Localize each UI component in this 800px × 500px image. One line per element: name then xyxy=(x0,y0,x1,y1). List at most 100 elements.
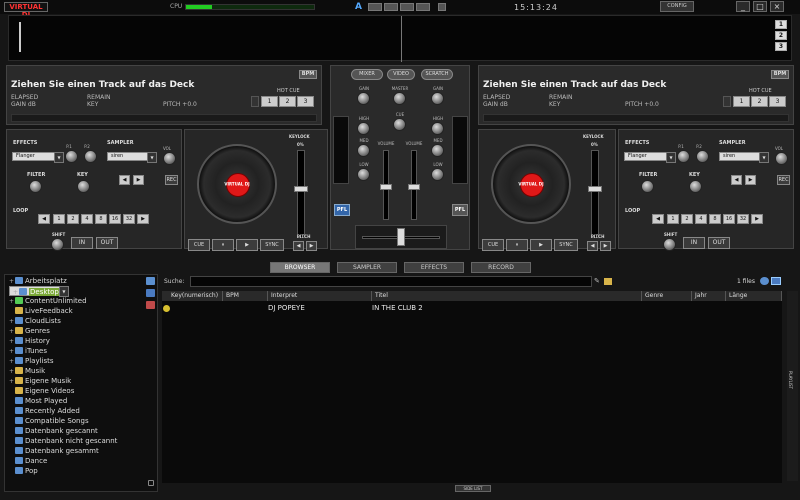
deck-right-sync-button[interactable]: SYNC xyxy=(554,239,578,251)
add-filter-icon[interactable] xyxy=(146,289,155,297)
tree-item[interactable]: Dance xyxy=(9,456,47,466)
mixer-left-volume-handle[interactable] xyxy=(380,184,392,190)
col-interpret[interactable]: Interpret xyxy=(268,291,372,301)
deck-left-loop-out[interactable]: OUT xyxy=(96,237,118,249)
layout-button-5[interactable] xyxy=(438,3,446,11)
col-key[interactable]: Key(numerisch) xyxy=(168,291,223,301)
col-laenge[interactable]: Länge xyxy=(726,291,782,301)
tree-item[interactable]: + History xyxy=(9,336,50,346)
tab-scratch[interactable]: SCRATCH xyxy=(421,69,453,80)
deck-left-position-bar[interactable] xyxy=(11,114,317,122)
deck-right-filter-knob[interactable] xyxy=(641,180,654,193)
deck-left-loop-1[interactable]: 1 xyxy=(53,214,65,224)
search-folder-icon[interactable] xyxy=(604,278,612,285)
mixer-right-high-knob[interactable] xyxy=(431,122,444,135)
table-row[interactable]: DJ POPEYE IN THE CLUB 2 xyxy=(162,303,782,313)
deck-left-play-button[interactable]: ▶ xyxy=(236,239,258,251)
zoom-button-3[interactable]: 3 xyxy=(775,42,787,51)
col-titel[interactable]: Titel xyxy=(372,291,642,301)
deck-right-cue-button[interactable]: CUE xyxy=(482,239,504,251)
deck-right-loop-16[interactable]: 16 xyxy=(723,214,735,224)
deck-right-pitch-up[interactable]: ▶ xyxy=(600,241,611,251)
deck-right-sample-select[interactable]: siren xyxy=(719,152,769,163)
zoom-button-2[interactable]: 2 xyxy=(775,31,787,40)
deck-left-platter[interactable]: VIRTUAL DJ xyxy=(197,144,277,224)
deck-right-pitch-slider[interactable] xyxy=(591,150,599,238)
tree-item[interactable]: + Musik xyxy=(9,366,45,376)
sidelist-button[interactable]: SIDE LIST xyxy=(455,485,491,492)
view-toggle-icon[interactable] xyxy=(760,277,769,285)
tree-item[interactable]: + ContentUnlimited xyxy=(9,296,87,306)
deck-right-bpm-button[interactable]: BPM xyxy=(771,70,789,79)
zoom-button-1[interactable]: 1 xyxy=(775,20,787,29)
mixer-left-low-knob[interactable] xyxy=(357,168,370,181)
deck-left-shift-knob[interactable] xyxy=(51,238,64,251)
mixer-cue-knob[interactable] xyxy=(393,118,406,131)
list-view-icon[interactable] xyxy=(771,277,781,285)
deck-left-cue-button[interactable]: CUE xyxy=(188,239,210,251)
tab-effects[interactable]: EFFECTS xyxy=(404,262,464,273)
deck-right-hotcue-2[interactable]: 2 xyxy=(751,96,768,107)
deck-left-hotcue-3[interactable]: 3 xyxy=(297,96,314,107)
deck-left-loop-2[interactable]: 2 xyxy=(67,214,79,224)
deck-right-loop-prev[interactable]: ◀ xyxy=(652,214,664,224)
tab-video[interactable]: VIDEO xyxy=(387,69,415,80)
deck-left-sample-prev[interactable]: ◀ xyxy=(119,175,130,185)
deck-right-loop-32[interactable]: 32 xyxy=(737,214,749,224)
search-clear-icon[interactable]: ✎ xyxy=(594,277,600,285)
config-button[interactable]: CONFIG xyxy=(660,1,694,12)
deck-right-key-knob[interactable] xyxy=(689,180,702,193)
deck-left-loop-in[interactable]: IN xyxy=(71,237,93,249)
mixer-left-gain-knob[interactable] xyxy=(357,92,370,105)
maximize-button[interactable]: □ xyxy=(753,1,767,12)
tab-browser[interactable]: BROWSER xyxy=(270,262,330,273)
crossfader-handle[interactable] xyxy=(397,228,405,246)
deck-left-vol-knob[interactable] xyxy=(163,152,176,165)
tree-item[interactable]: Pop xyxy=(9,466,38,476)
mixer-left-high-knob[interactable] xyxy=(357,122,370,135)
deck-right-loop-2[interactable]: 2 xyxy=(681,214,693,224)
deck-right-loop-8[interactable]: 8 xyxy=(709,214,721,224)
waveform-display[interactable] xyxy=(8,15,792,62)
tree-item[interactable]: LiveFeedback xyxy=(9,306,73,316)
deck-right-hotcue-3[interactable]: 3 xyxy=(769,96,786,107)
deck-right-vol-knob[interactable] xyxy=(775,152,788,165)
deck-left-key-knob[interactable] xyxy=(77,180,90,193)
deck-right-loop-out[interactable]: OUT xyxy=(708,237,730,249)
tree-item[interactable]: + Playlists xyxy=(9,356,54,366)
tree-lock-icon[interactable] xyxy=(148,480,154,486)
deck-left-p2-knob[interactable] xyxy=(84,150,97,163)
deck-left-pitch-down[interactable]: ◀ xyxy=(293,241,304,251)
deck-right-pitch-down[interactable]: ◀ xyxy=(587,241,598,251)
tree-item[interactable]: + iTunes xyxy=(9,346,47,356)
deck-left-loop-next[interactable]: ▶ xyxy=(137,214,149,224)
deck-left-hotcue-1[interactable]: 1 xyxy=(261,96,278,107)
tree-item[interactable]: + Genres xyxy=(9,326,50,336)
deck-left-sync-button[interactable]: SYNC xyxy=(260,239,284,251)
deck-left-pause-button[interactable]: ⏸ xyxy=(212,239,234,251)
playlist-side-tab[interactable]: PLAYLIST xyxy=(787,291,798,481)
crossfader[interactable] xyxy=(355,225,447,249)
tree-item[interactable]: Eigene Videos xyxy=(9,386,74,396)
auto-indicator[interactable]: A xyxy=(355,2,362,12)
layout-button-2[interactable] xyxy=(384,3,398,11)
tab-record[interactable]: RECORD xyxy=(471,262,531,273)
tab-mixer[interactable]: MIXER xyxy=(351,69,383,80)
deck-right-pitch-handle[interactable] xyxy=(588,186,602,192)
minimize-button[interactable]: _ xyxy=(736,1,750,12)
tree-item[interactable]: + Eigene Musik xyxy=(9,376,71,386)
deck-right-play-button[interactable]: ▶ xyxy=(530,239,552,251)
deck-left-sample-select[interactable]: siren xyxy=(107,152,157,163)
layout-button-4[interactable] xyxy=(416,3,430,11)
deck-right-loop-in[interactable]: IN xyxy=(683,237,705,249)
mixer-right-low-knob[interactable] xyxy=(431,168,444,181)
deck-left-rec-button[interactable]: REC xyxy=(165,175,178,185)
deck-left-pitch-handle[interactable] xyxy=(294,186,308,192)
tree-item[interactable]: + CloudLists xyxy=(9,316,61,326)
mixer-right-volume-handle[interactable] xyxy=(408,184,420,190)
deck-right-loop-4[interactable]: 4 xyxy=(695,214,707,224)
tree-item[interactable]: Datenbank nicht gescannt xyxy=(9,436,117,446)
pfl-left-button[interactable]: PFL xyxy=(334,204,350,216)
deck-left-bpm-button[interactable]: BPM xyxy=(299,70,317,79)
close-button[interactable]: × xyxy=(770,1,784,12)
